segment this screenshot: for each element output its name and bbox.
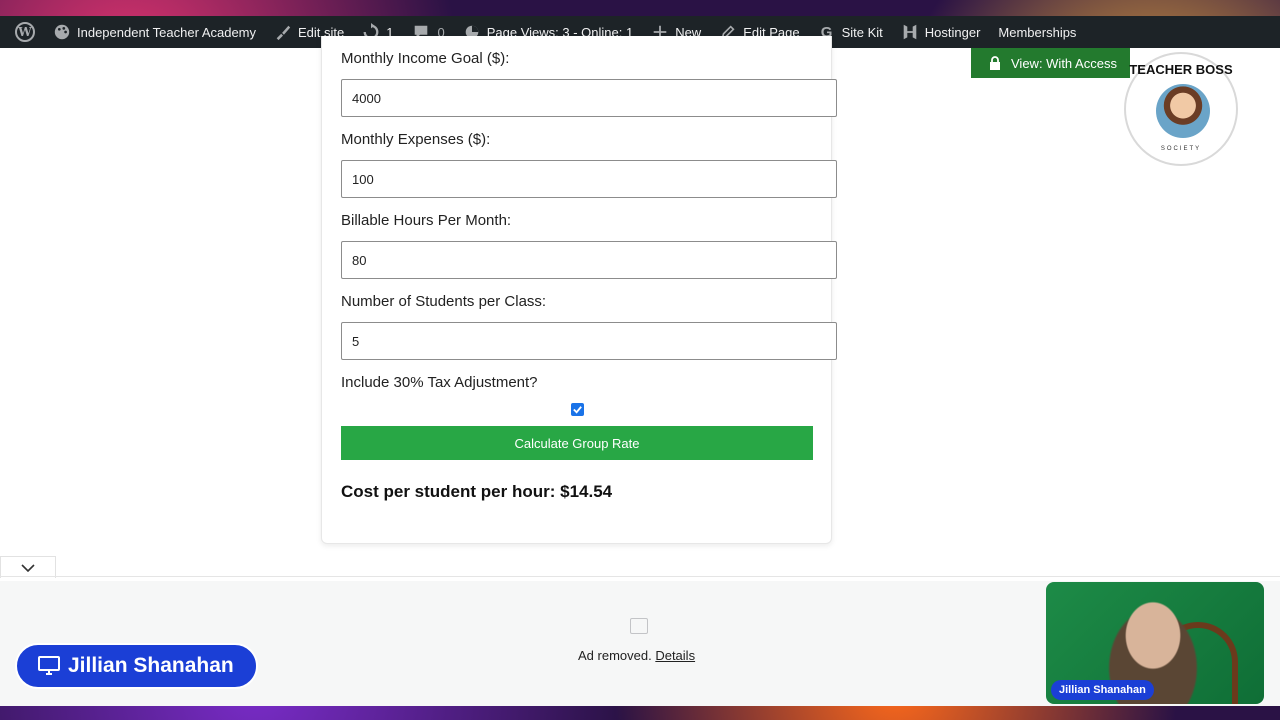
brush-icon bbox=[274, 23, 292, 41]
ad-removed-text: Ad removed. bbox=[578, 648, 652, 663]
checkmark-icon bbox=[573, 406, 582, 414]
hostinger-label: Hostinger bbox=[924, 24, 981, 40]
rate-calculator-form: Monthly Income Goal ($): Monthly Expense… bbox=[321, 36, 837, 544]
logo-portrait-icon bbox=[1156, 84, 1210, 138]
billable-hours-input[interactable] bbox=[341, 241, 837, 279]
expenses-input[interactable] bbox=[341, 160, 837, 198]
chevron-down-icon bbox=[21, 563, 35, 572]
expenses-label: Monthly Expenses ($): bbox=[341, 131, 491, 148]
billable-hours-label: Billable Hours Per Month: bbox=[341, 212, 512, 229]
view-access-label: View: With Access bbox=[1011, 55, 1117, 71]
students-input[interactable] bbox=[341, 322, 837, 360]
collapse-ad-toggle[interactable] bbox=[0, 556, 56, 578]
memberships-label: Memberships bbox=[998, 24, 1077, 40]
logo-subtitle: SOCIETY bbox=[1160, 146, 1202, 152]
lock-icon bbox=[990, 56, 1000, 70]
ad-details-link[interactable]: Details bbox=[655, 648, 695, 663]
tax-adjustment-checkbox[interactable] bbox=[571, 403, 584, 416]
site-kit-label: Site Kit bbox=[841, 24, 883, 40]
presenter-name-pill: Jillian Shanahan bbox=[15, 643, 258, 689]
income-goal-input[interactable] bbox=[341, 79, 837, 117]
ad-removed-notice: Ad removed. Details bbox=[578, 648, 695, 663]
wordpress-menu[interactable]: W bbox=[6, 16, 44, 48]
ad-divider bbox=[0, 576, 1280, 577]
calculate-group-rate-button[interactable]: Calculate Group Rate bbox=[341, 426, 813, 460]
hostinger-icon bbox=[901, 23, 919, 41]
presenter-name: Jillian Shanahan bbox=[68, 654, 234, 677]
tax-adjustment-label: Include 30% Tax Adjustment? bbox=[341, 374, 538, 391]
cost-per-student-result: Cost per student per hour: $14.54 bbox=[341, 482, 613, 501]
ad-placeholder-icon bbox=[630, 618, 648, 634]
site-name-menu[interactable]: Independent Teacher Academy bbox=[44, 16, 265, 48]
hostinger-menu[interactable]: Hostinger bbox=[892, 16, 990, 48]
view-access-badge[interactable]: View: With Access bbox=[971, 48, 1130, 78]
teacher-boss-society-logo: TEACHER BOSS SOCIETY bbox=[1124, 52, 1238, 166]
webcam-name-label: Jillian Shanahan bbox=[1051, 680, 1154, 700]
students-label: Number of Students per Class: bbox=[341, 293, 547, 310]
logo-title: TEACHER BOSS bbox=[1129, 62, 1233, 77]
site-name-label: Independent Teacher Academy bbox=[77, 24, 257, 40]
presenter-webcam: Jillian Shanahan bbox=[1046, 582, 1264, 704]
wordpress-logo-icon: W bbox=[15, 22, 35, 42]
palette-icon bbox=[53, 23, 71, 41]
memberships-menu[interactable]: Memberships bbox=[989, 16, 1085, 48]
monitor-icon bbox=[38, 656, 60, 675]
income-goal-label: Monthly Income Goal ($): bbox=[341, 50, 510, 67]
